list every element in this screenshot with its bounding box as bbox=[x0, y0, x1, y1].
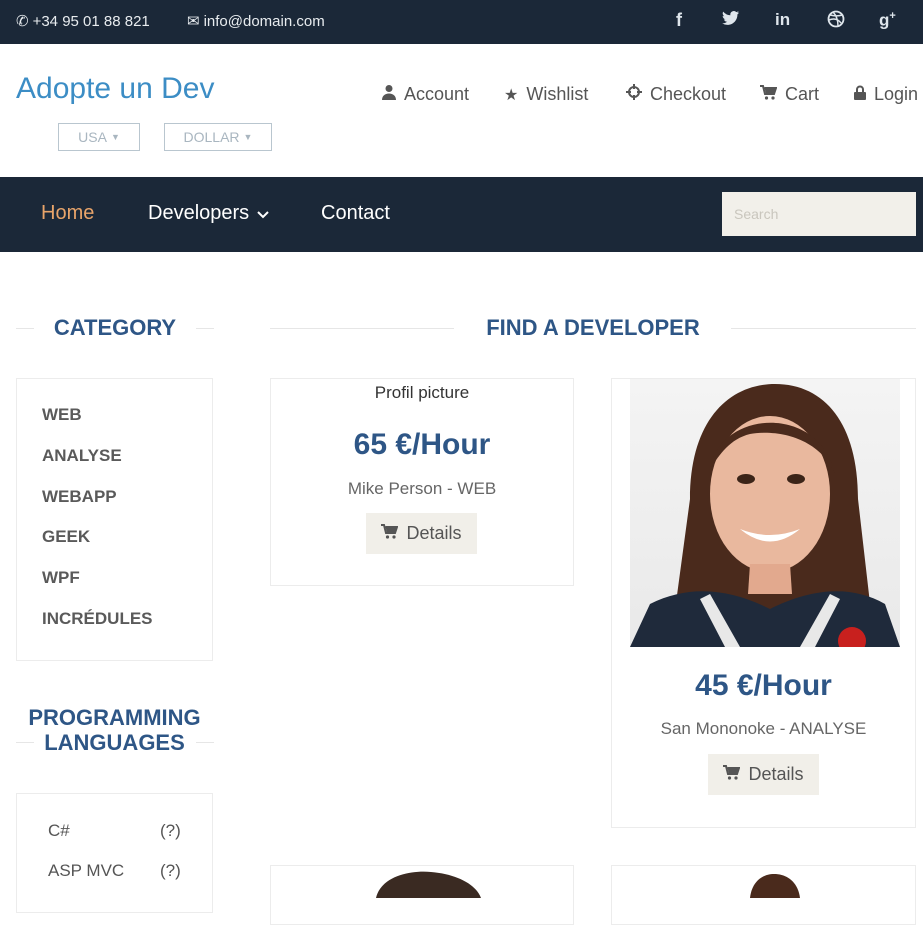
phone-icon: ✆ bbox=[16, 13, 29, 30]
cart-icon bbox=[760, 84, 778, 105]
site-logo[interactable]: Adopte un Dev bbox=[16, 72, 214, 106]
linkedin-icon[interactable]: in bbox=[775, 10, 790, 30]
currency-select[interactable]: DOLLAR ▼ bbox=[164, 123, 272, 151]
details-label: Details bbox=[748, 764, 804, 784]
caret-down-icon: ▼ bbox=[110, 132, 120, 142]
divider bbox=[731, 328, 916, 329]
languages-title-line-2: LANGUAGES bbox=[44, 730, 185, 755]
envelope-icon: ✉ bbox=[187, 13, 200, 30]
country-select[interactable]: USA ▼ bbox=[58, 123, 140, 151]
developer-card bbox=[611, 865, 916, 925]
facebook-icon[interactable]: f bbox=[676, 10, 682, 31]
developer-name[interactable]: Mike Person - WEB bbox=[270, 479, 574, 499]
developer-price: 45 €/Hour bbox=[695, 669, 832, 702]
email-contact[interactable]: ✉ info@domain.com bbox=[187, 12, 325, 31]
divider bbox=[196, 328, 214, 329]
account-link[interactable]: Account bbox=[382, 84, 469, 105]
checkout-link[interactable]: Checkout bbox=[626, 84, 726, 105]
lock-icon bbox=[854, 85, 866, 105]
language-item[interactable]: ASP MVC bbox=[48, 861, 124, 881]
login-link[interactable]: Login bbox=[854, 84, 918, 105]
caret-down-icon: ▼ bbox=[243, 132, 253, 142]
wishlist-label: Wishlist bbox=[526, 84, 589, 104]
cart-icon bbox=[381, 523, 399, 544]
account-label: Account bbox=[404, 84, 470, 104]
star-icon: ★ bbox=[504, 86, 519, 104]
wishlist-link[interactable]: ★ Wishlist bbox=[504, 84, 588, 105]
nav-developers-label: Developers bbox=[148, 202, 250, 224]
cart-link[interactable]: Cart bbox=[760, 84, 819, 105]
category-item[interactable]: WEB bbox=[42, 405, 82, 425]
email-address: info@domain.com bbox=[203, 12, 325, 30]
google-plus-icon[interactable]: g+ bbox=[879, 10, 896, 31]
user-icon bbox=[382, 84, 396, 105]
twitter-icon[interactable] bbox=[722, 10, 740, 31]
category-item[interactable]: GEEK bbox=[42, 527, 90, 547]
phone-contact[interactable]: ✆ +34 95 01 88 821 bbox=[16, 12, 150, 31]
developer-card bbox=[270, 865, 574, 925]
cart-icon bbox=[723, 764, 741, 785]
developer-photo[interactable] bbox=[271, 866, 573, 924]
nav-contact[interactable]: Contact bbox=[321, 202, 390, 225]
details-button[interactable]: Details bbox=[708, 754, 819, 795]
developer-price: 65 €/Hour bbox=[353, 428, 491, 461]
dribbble-icon[interactable] bbox=[827, 10, 845, 33]
currency-select-value: DOLLAR bbox=[183, 129, 240, 145]
divider bbox=[16, 328, 34, 329]
languages-title-line-1: PROGRAMMING bbox=[28, 705, 201, 730]
divider bbox=[196, 742, 214, 743]
category-item[interactable]: INCRÉDULES bbox=[42, 609, 153, 629]
languages-title: PROGRAMMING LANGUAGES bbox=[16, 705, 213, 755]
details-button[interactable]: Details bbox=[366, 513, 477, 554]
language-list bbox=[16, 793, 213, 913]
category-item[interactable]: WEBAPP bbox=[42, 487, 117, 507]
profile-picture-alt: Profil picture bbox=[374, 383, 470, 402]
developer-name[interactable]: San Mononoke - ANALYSE bbox=[611, 719, 916, 739]
phone-number: +34 95 01 88 821 bbox=[32, 12, 150, 30]
nav-developers[interactable]: Developers bbox=[148, 202, 269, 225]
language-count: (?) bbox=[160, 861, 181, 880]
developer-photo[interactable] bbox=[612, 866, 915, 924]
login-label: Login bbox=[874, 84, 919, 104]
category-item[interactable]: WPF bbox=[42, 568, 80, 588]
country-select-value: USA bbox=[78, 129, 107, 145]
developer-photo[interactable] bbox=[630, 379, 900, 647]
category-item[interactable]: ANALYSE bbox=[42, 446, 122, 466]
top-bar: ✆ +34 95 01 88 821 ✉ info@domain.com f i… bbox=[0, 0, 923, 44]
crosshairs-icon bbox=[626, 84, 642, 105]
divider bbox=[270, 328, 454, 329]
language-count: (?) bbox=[160, 821, 181, 840]
find-developer-title: FIND A DEVELOPER bbox=[486, 315, 700, 340]
search-input[interactable] bbox=[722, 192, 916, 236]
checkout-label: Checkout bbox=[650, 84, 727, 104]
category-title: CATEGORY bbox=[53, 315, 177, 340]
nav-home[interactable]: Home bbox=[41, 202, 94, 225]
cart-label: Cart bbox=[785, 84, 820, 104]
chevron-down-icon bbox=[257, 202, 269, 225]
details-label: Details bbox=[406, 523, 462, 543]
language-item[interactable]: C# bbox=[48, 821, 70, 841]
